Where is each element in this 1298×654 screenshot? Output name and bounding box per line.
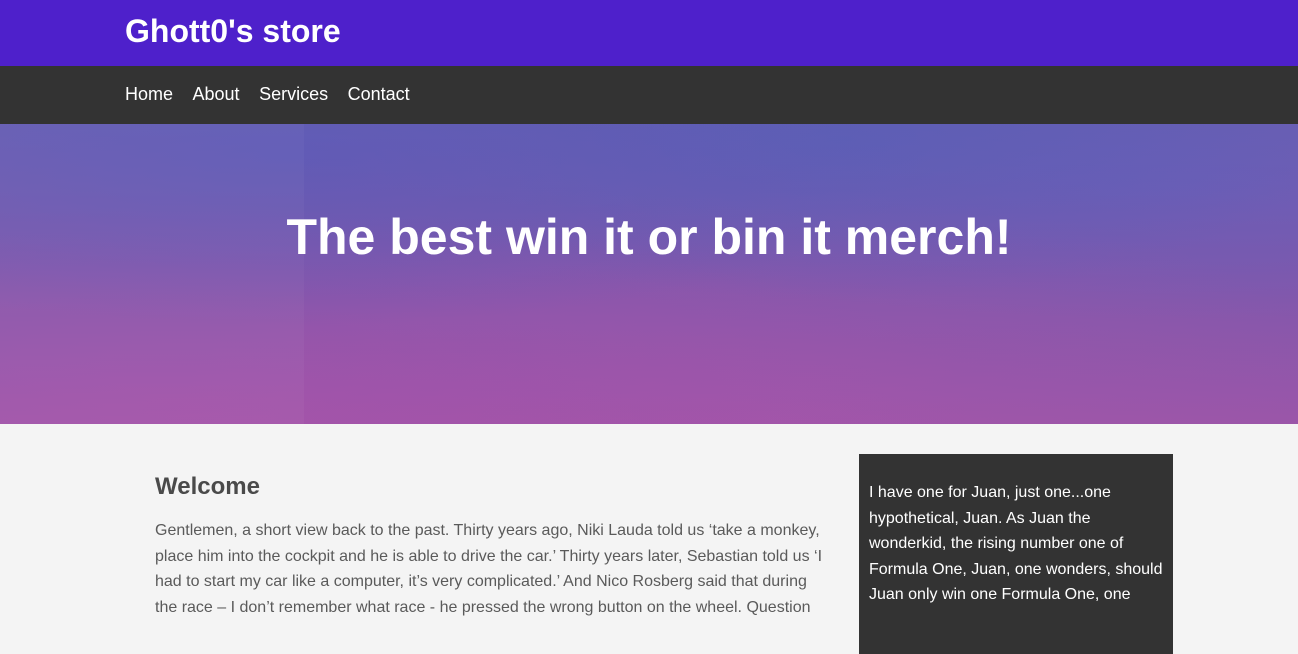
welcome-paragraph: Gentlemen, a short view back to the past… xyxy=(155,522,823,616)
welcome-heading: Welcome xyxy=(155,473,260,500)
sidebar-text: I have one for Juan, just one...one hypo… xyxy=(869,484,1163,603)
sidebar-panel: I have one for Juan, just one...one hypo… xyxy=(859,454,1173,654)
site-title: Ghott0's store xyxy=(125,13,341,49)
nav-link-services[interactable]: Services xyxy=(259,84,328,104)
nav-link-about[interactable]: About xyxy=(193,84,240,104)
site-header: Ghott0's store xyxy=(0,0,1298,66)
nav-link-home[interactable]: Home xyxy=(125,84,173,104)
hero-background-panel xyxy=(0,124,304,424)
hero-banner: The best win it or bin it merch! xyxy=(0,124,1298,424)
main-content: Welcome Gentlemen, a short view back to … xyxy=(155,470,825,620)
hero-heading: The best win it or bin it merch! xyxy=(286,209,1012,265)
main-nav: Home About Services Contact xyxy=(0,66,1298,124)
nav-link-contact[interactable]: Contact xyxy=(348,84,410,104)
nav-list: Home About Services Contact xyxy=(125,83,429,105)
